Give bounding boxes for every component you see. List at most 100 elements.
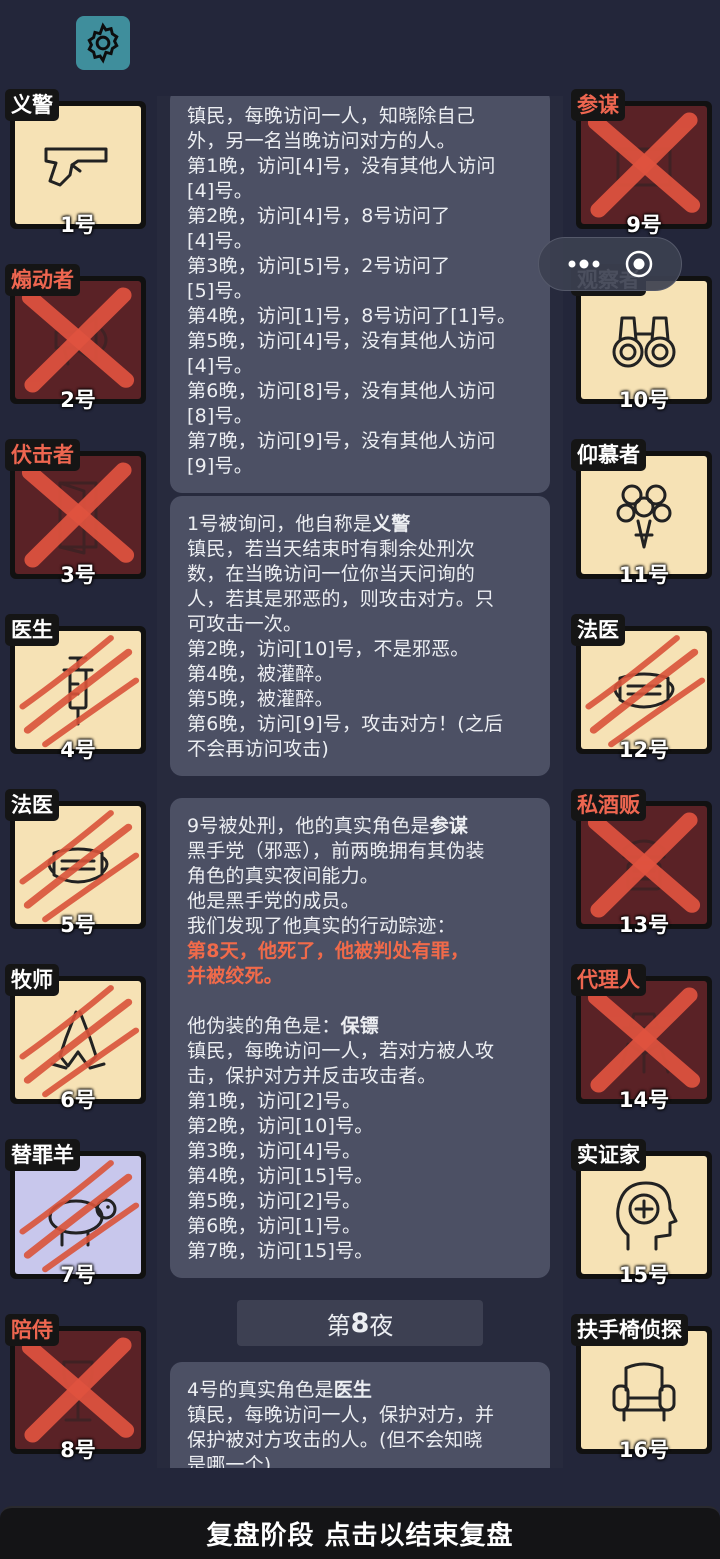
role-label: 法医 bbox=[571, 614, 625, 646]
message-line: [4]号。 bbox=[187, 355, 253, 377]
message-line: 镇民，若当天结束时有剩余处刑次 bbox=[187, 538, 476, 560]
close-target-icon[interactable] bbox=[624, 249, 654, 279]
praying-hands-icon bbox=[50, 1010, 106, 1070]
role-name: 保镖 bbox=[340, 1015, 380, 1037]
review-log[interactable]: 镇民，每晚访问一人，知晓除自己 外，另一名当晚访问对方的人。 第1晚，访问[4]号，… bbox=[157, 96, 563, 1468]
gear-icon bbox=[87, 22, 119, 64]
message-line: 是哪一个) bbox=[187, 1454, 272, 1468]
player-card-16号[interactable]: 扶手椅侦探 16号 bbox=[568, 1314, 712, 1462]
message-line: 第7晚，访问[9]号，没有其他人访问 bbox=[187, 430, 496, 452]
night-number: 8 bbox=[350, 1307, 370, 1339]
pistol-icon bbox=[44, 147, 108, 187]
death-line: 并被绞死。 bbox=[187, 965, 284, 987]
role-label: 实证家 bbox=[571, 1139, 646, 1171]
message-line: [4]号。 bbox=[187, 230, 253, 252]
player-number: 16号 bbox=[618, 1438, 670, 1462]
player-card-4号[interactable]: 医生 4号 bbox=[2, 614, 146, 762]
player-card-9号[interactable]: 参谋 9号 bbox=[568, 89, 712, 237]
message-line: [9]号。 bbox=[187, 455, 253, 477]
player-card-2号[interactable]: 煽动者 2号 bbox=[2, 264, 146, 412]
syringe-icon bbox=[62, 656, 94, 726]
head-plus-icon bbox=[616, 1181, 678, 1251]
message-line: 镇民，每晚访问一人，知晓除自己 bbox=[187, 105, 476, 127]
player-number: 5号 bbox=[60, 913, 96, 937]
player-card-3号[interactable]: 伏击者 3号 bbox=[2, 439, 146, 587]
message-line: 第1晚，访问[2]号。 bbox=[187, 1090, 362, 1112]
player-card-1号[interactable]: 义警 1号 bbox=[2, 89, 146, 237]
wine-glass-icon bbox=[62, 1360, 94, 1422]
card-art bbox=[15, 281, 141, 399]
card-art bbox=[15, 981, 141, 1099]
message-line: 保护被对方攻击的人。(但不会知晓 bbox=[187, 1429, 483, 1451]
message-line: 黑手党（邪恶），前两晚拥有其伪装 bbox=[187, 840, 485, 862]
message-title: 4号的真实角色是医生 bbox=[187, 1378, 534, 1403]
role-label: 牧师 bbox=[5, 964, 59, 996]
binoculars-icon bbox=[612, 316, 676, 368]
role-label: 扶手椅侦探 bbox=[571, 1314, 688, 1346]
message-line: 第6晚，访问[8]号，没有其他人访问 bbox=[187, 380, 496, 402]
role-label: 伏击者 bbox=[5, 439, 80, 471]
more-icon[interactable] bbox=[566, 258, 602, 270]
message-line: 第6晚，访问[9]号，攻击对方！(之后 bbox=[187, 713, 504, 735]
disguise-title: 他伪装的角色是：保镖 bbox=[187, 1014, 534, 1039]
role-label: 参谋 bbox=[571, 89, 625, 121]
megaphone-icon bbox=[54, 316, 108, 366]
player-card-5号[interactable]: 法医 5号 bbox=[2, 789, 146, 937]
title-prefix: 4号的真实角色是 bbox=[187, 1379, 334, 1401]
message-line: 第4晚，访问[1]号，8号访问了[1]号。 bbox=[187, 305, 517, 327]
player-card-11号[interactable]: 仰慕者 11号 bbox=[568, 439, 712, 587]
player-number: 1号 bbox=[60, 213, 96, 237]
player-number: 14号 bbox=[618, 1088, 670, 1112]
player-card-6号[interactable]: 牧师 6号 bbox=[2, 964, 146, 1112]
player-number: 6号 bbox=[60, 1088, 96, 1112]
player-number: 13号 bbox=[618, 913, 670, 937]
message-line: 第2晚，访问[10]号。 bbox=[187, 1115, 374, 1137]
card-art bbox=[581, 281, 707, 399]
card-art bbox=[581, 456, 707, 574]
role-label: 陪侍 bbox=[5, 1314, 59, 1346]
night-suffix: 夜 bbox=[369, 1311, 394, 1340]
card-art bbox=[15, 631, 141, 749]
role-label: 医生 bbox=[5, 614, 59, 646]
message-line: 第4晚，被灌醉。 bbox=[187, 663, 334, 685]
role-label: 仰慕者 bbox=[571, 439, 646, 471]
title-prefix: 他伪装的角色是： bbox=[187, 1015, 341, 1037]
role-name: 医生 bbox=[333, 1379, 373, 1401]
player-number: 10号 bbox=[618, 388, 670, 412]
card-art bbox=[581, 1156, 707, 1274]
message-line: 击，保护对方并反击攻击者。 bbox=[187, 1065, 437, 1087]
armchair-icon bbox=[612, 1362, 676, 1422]
mini-program-capsule[interactable] bbox=[538, 237, 682, 291]
night-divider: 第8夜 bbox=[237, 1300, 483, 1346]
player-card-7号[interactable]: 替罪羊 7号 bbox=[2, 1139, 146, 1287]
card-art bbox=[581, 106, 707, 224]
message-line: 第3晚，访问[4]号。 bbox=[187, 1140, 362, 1162]
door-icon bbox=[58, 481, 98, 555]
role-name: 义警 bbox=[372, 513, 411, 535]
card-art bbox=[15, 106, 141, 224]
player-card-15号[interactable]: 实证家 15号 bbox=[568, 1139, 712, 1287]
player-card-13号[interactable]: 私酒贩 13号 bbox=[568, 789, 712, 937]
role-label: 法医 bbox=[5, 789, 59, 821]
message-line: 第2晚，访问[10]号，不是邪恶。 bbox=[187, 638, 470, 660]
player-number: 15号 bbox=[618, 1263, 670, 1287]
message-line: 第1晚，访问[4]号，没有其他人访问 bbox=[187, 155, 496, 177]
card-art bbox=[581, 1331, 707, 1449]
end-review-button[interactable]: 复盘阶段 点击以结束复盘 bbox=[0, 1506, 720, 1559]
message-title: 1号被询问，他自称是义警 bbox=[187, 512, 534, 537]
mask-icon bbox=[613, 672, 675, 709]
card-art bbox=[581, 806, 707, 924]
card-art bbox=[15, 806, 141, 924]
player-card-12号[interactable]: 法医 12号 bbox=[568, 614, 712, 762]
player-card-8号[interactable]: 陪侍 8号 bbox=[2, 1314, 146, 1462]
card-art bbox=[15, 456, 141, 574]
player-number: 2号 bbox=[60, 388, 96, 412]
message-title: 9号被处刑，他的真实角色是参谋 bbox=[187, 814, 534, 839]
death-line: 第8天，他死了，他被判处有罪， bbox=[187, 940, 470, 962]
role-label: 代理人 bbox=[571, 964, 646, 996]
player-card-14号[interactable]: 代理人 14号 bbox=[568, 964, 712, 1112]
settings-button[interactable] bbox=[76, 16, 130, 70]
title-prefix: 1号被询问，他自称是 bbox=[187, 513, 373, 535]
role-label: 替罪羊 bbox=[5, 1139, 80, 1171]
message-line: 第5晚，访问[2]号。 bbox=[187, 1190, 362, 1212]
